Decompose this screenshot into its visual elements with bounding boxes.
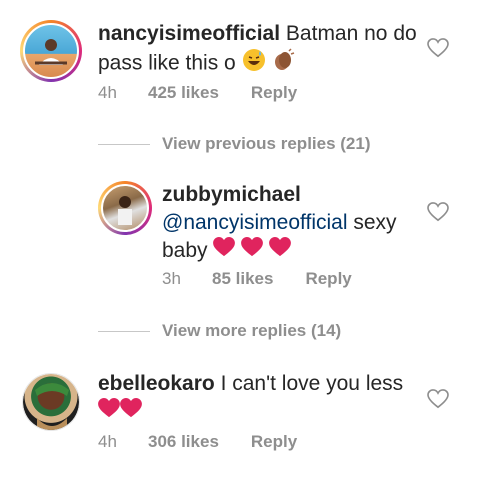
reply-button[interactable]: Reply xyxy=(251,83,297,103)
view-more-replies-button[interactable]: View more replies (14) xyxy=(98,321,341,341)
comment-body: sexy xyxy=(347,211,397,234)
comment-text: zubbymichael @nancyisimeofficial sexy ba… xyxy=(162,181,397,265)
comment-meta: 3h 85 likes Reply xyxy=(162,269,352,289)
grinning-sweat-face-icon xyxy=(242,48,266,80)
comment-body: I can't love you less xyxy=(214,372,404,395)
avatar[interactable] xyxy=(22,373,80,431)
red-heart-icon xyxy=(269,237,291,265)
comment-text: nancyisimeofficial Batman no do pass lik… xyxy=(98,20,417,80)
like-heart-icon[interactable] xyxy=(427,38,449,58)
view-previous-replies-button[interactable]: View previous replies (21) xyxy=(98,134,371,154)
avatar[interactable] xyxy=(20,20,82,82)
like-heart-icon[interactable] xyxy=(427,202,449,222)
like-heart-icon[interactable] xyxy=(427,389,449,409)
comment-body-line2: pass like this o xyxy=(98,51,236,75)
reply-button[interactable]: Reply xyxy=(251,432,297,452)
clapping-hands-icon xyxy=(271,48,295,80)
timestamp: 4h xyxy=(98,83,117,102)
red-heart-icon xyxy=(98,398,120,426)
likes-count[interactable]: 425 likes xyxy=(148,83,219,103)
comment-meta: 4h 306 likes Reply xyxy=(98,432,297,452)
red-heart-icon xyxy=(241,237,264,265)
view-previous-replies-label: View previous replies (21) xyxy=(162,134,371,153)
comment-body: Batman no do xyxy=(285,22,417,45)
view-more-replies-label: View more replies (14) xyxy=(162,321,342,340)
red-heart-icon xyxy=(120,398,142,426)
username[interactable]: zubbymichael xyxy=(162,183,301,206)
username[interactable]: ebelleokaro xyxy=(98,372,215,395)
avatar[interactable] xyxy=(98,181,152,235)
timestamp: 4h xyxy=(98,432,117,451)
divider xyxy=(98,330,150,332)
reply-button[interactable]: Reply xyxy=(305,269,351,289)
likes-count[interactable]: 85 likes xyxy=(212,269,273,289)
red-heart-icon xyxy=(213,237,236,265)
comment-text: ebelleokaro I can't love you less xyxy=(98,370,403,426)
mention-link[interactable]: @nancyisimeofficial xyxy=(162,211,348,234)
comment-meta: 4h 425 likes Reply xyxy=(98,83,297,103)
comment-body-line2: baby xyxy=(162,239,208,262)
timestamp: 3h xyxy=(162,269,181,288)
username[interactable]: nancyisimeofficial xyxy=(98,22,280,45)
likes-count[interactable]: 306 likes xyxy=(148,432,219,452)
divider xyxy=(98,143,150,145)
